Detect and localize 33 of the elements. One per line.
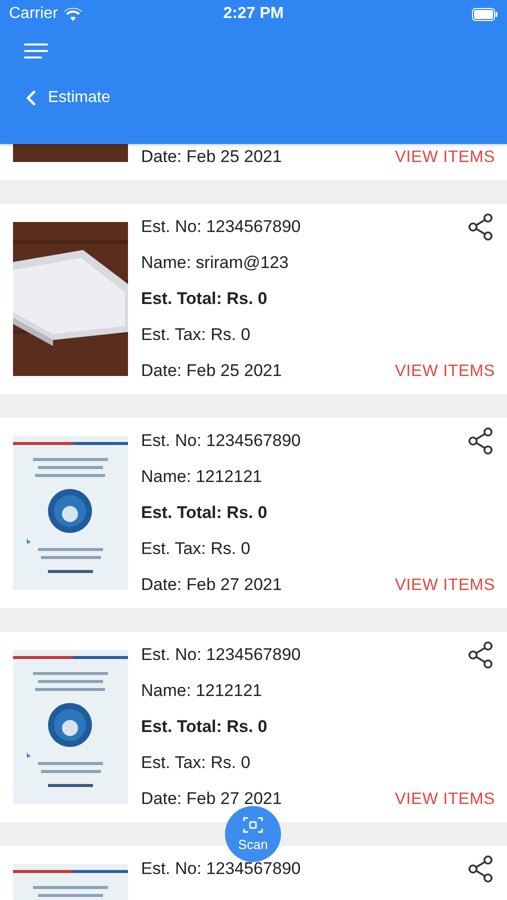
- view-items-link[interactable]: VIEW ITEMS: [394, 790, 495, 808]
- estimate-tax: Est. Tax: Rs. 0: [141, 753, 250, 773]
- customer-name: Name: 1212121: [141, 467, 262, 487]
- share-icon[interactable]: [468, 641, 494, 669]
- estimate-date: Date: Feb 25 2021: [141, 361, 282, 381]
- menu-icon[interactable]: [24, 43, 48, 59]
- status-time: 2:27 PM: [223, 5, 284, 22]
- share-icon[interactable]: [468, 855, 494, 883]
- estimate-number: Est. No: 1234567890: [141, 859, 301, 879]
- view-items-link[interactable]: VIEW ITEMS: [394, 148, 495, 166]
- back-icon[interactable]: [26, 90, 36, 106]
- scan-icon: [243, 816, 263, 834]
- view-items-link[interactable]: VIEW ITEMS: [394, 576, 495, 594]
- estimate-date: Date: Feb 25 2021: [141, 147, 282, 167]
- carrier-name: Carrier: [9, 5, 58, 23]
- estimate-tax: Est. Tax: Rs. 0: [141, 539, 250, 559]
- estimate-tax: Est. Tax: Rs. 0: [141, 325, 250, 345]
- customer-name: Name: sriram@123: [141, 253, 289, 273]
- estimate-date: Date: Feb 27 2021: [141, 789, 282, 809]
- estimate-total: Est. Total: Rs. 0: [141, 503, 268, 523]
- estimate-number: Est. No: 1234567890: [141, 431, 301, 451]
- share-icon[interactable]: [468, 213, 494, 241]
- wifi-icon: [64, 8, 82, 20]
- estimate-total: Est. Total: Rs. 0: [141, 717, 268, 737]
- estimate-number: Est. No: 1234567890: [141, 645, 301, 665]
- estimate-total: Est. Total: Rs. 0: [141, 289, 268, 309]
- estimate-number: Est. No: 1234567890: [141, 217, 301, 237]
- customer-name: Name: 1212121: [141, 681, 262, 701]
- share-icon[interactable]: [468, 427, 494, 455]
- estimate-date: Date: Feb 27 2021: [141, 575, 282, 595]
- page-title: Estimate: [48, 89, 110, 107]
- battery-icon: [472, 8, 498, 20]
- view-items-link[interactable]: VIEW ITEMS: [394, 362, 495, 380]
